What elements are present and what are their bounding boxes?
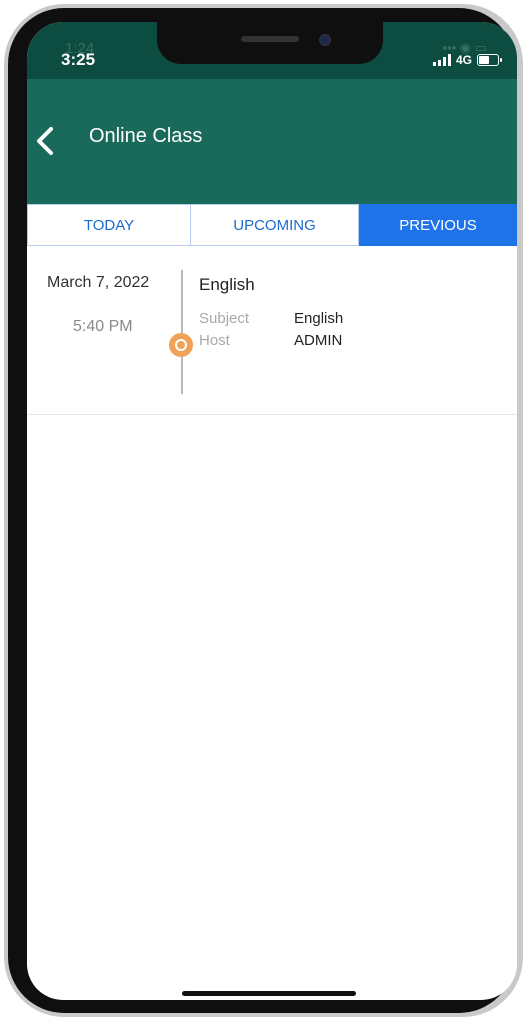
subject-value: English	[294, 310, 344, 327]
status-time: 3:25	[61, 50, 96, 69]
class-time: 5:40 PM	[73, 318, 133, 335]
network-label: 4G	[455, 53, 472, 67]
page-title: Online Class	[89, 125, 203, 147]
class-list-item[interactable]: March 7, 2022 5:40 PM English Subject En…	[27, 246, 517, 415]
home-indicator[interactable]	[182, 991, 356, 996]
phone-screen: 1:24 ▪▪▪ ◉ ▭ 3:25 4G Online Class TODAY …	[27, 22, 517, 1000]
front-camera	[319, 34, 331, 46]
class-date: March 7, 2022	[47, 274, 150, 291]
tab-bar: TODAY UPCOMING PREVIOUS	[27, 204, 517, 246]
timeline-dot-icon	[169, 333, 193, 357]
notch	[157, 22, 383, 64]
subject-label: Subject	[199, 310, 250, 327]
timeline-line	[181, 270, 183, 394]
back-button[interactable]	[31, 121, 61, 161]
host-label: Host	[199, 332, 230, 349]
chevron-left-icon	[37, 127, 53, 155]
signal-icon	[432, 54, 451, 66]
tab-upcoming[interactable]: UPCOMING	[191, 204, 359, 246]
battery-icon	[477, 54, 502, 66]
tab-today[interactable]: TODAY	[27, 204, 191, 246]
status-area: 1:24 ▪▪▪ ◉ ▭	[27, 22, 517, 79]
host-value: ADMIN	[294, 332, 343, 349]
class-title: English	[199, 275, 255, 294]
speaker-grille	[241, 36, 299, 42]
tab-previous[interactable]: PREVIOUS	[359, 204, 517, 246]
status-icons: 4G	[432, 53, 502, 67]
